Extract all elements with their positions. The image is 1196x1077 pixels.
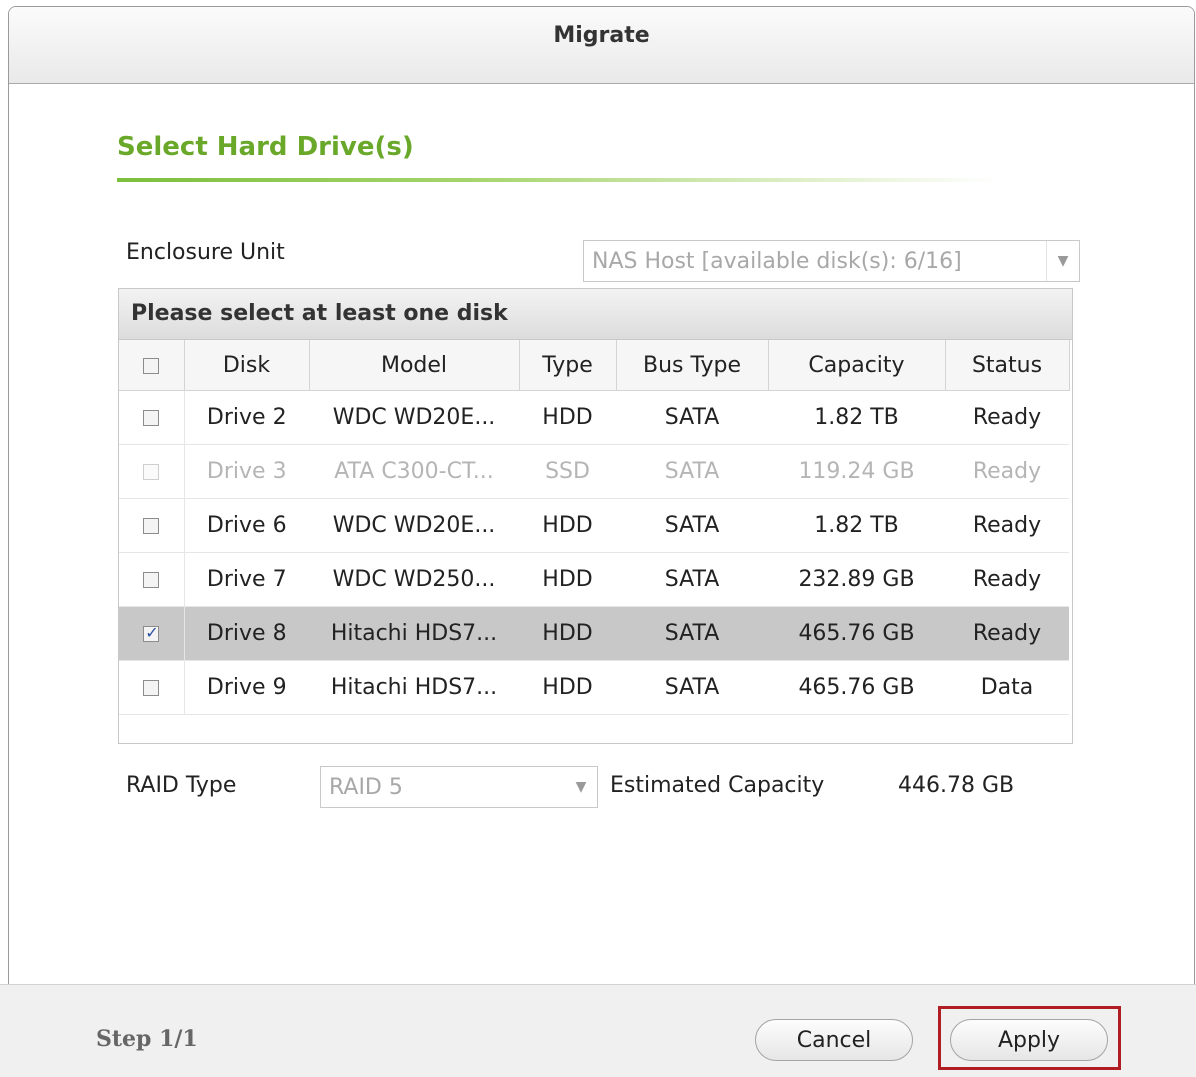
bus-cell: SATA	[616, 498, 768, 553]
disk-cell: Drive 9	[184, 660, 309, 715]
status-cell: Data	[945, 660, 1069, 715]
table-row-disabled: Drive 3 ATA C300-CT... SSD SATA 119.24 G…	[119, 444, 1069, 499]
type-cell: HDD	[519, 552, 616, 607]
type-cell: HDD	[519, 606, 616, 661]
column-header-disk[interactable]: Disk	[184, 340, 310, 391]
model-cell: WDC WD20E...	[309, 390, 519, 445]
bus-cell: SATA	[616, 444, 768, 499]
table-row[interactable]: Drive 9 Hitachi HDS7... HDD SATA 465.76 …	[119, 660, 1069, 715]
bus-cell: SATA	[616, 390, 768, 445]
raid-type-select[interactable]: RAID 5 ▼	[320, 766, 598, 808]
model-cell: ATA C300-CT...	[309, 444, 519, 499]
table-row-selected[interactable]: Drive 8 Hitachi HDS7... HDD SATA 465.76 …	[119, 606, 1069, 661]
row-checkbox-disabled	[143, 464, 160, 480]
model-cell: WDC WD20E...	[309, 498, 519, 553]
status-cell: Ready	[945, 552, 1069, 607]
model-cell: Hitachi HDS7...	[309, 660, 519, 715]
row-checkbox[interactable]	[143, 572, 160, 588]
row-checkbox[interactable]	[143, 410, 160, 426]
raid-type-value: RAID 5	[329, 775, 403, 800]
row-checkbox[interactable]	[143, 518, 160, 534]
cancel-button[interactable]: Cancel	[755, 1019, 913, 1061]
disk-grid: Please select at least one disk Disk Mod…	[118, 288, 1073, 744]
dialog-titlebar: Migrate	[9, 7, 1194, 84]
select-all-checkbox[interactable]	[143, 357, 160, 374]
row-checkbox-checked[interactable]	[143, 623, 160, 642]
section-title: Select Hard Drive(s)	[117, 132, 414, 162]
bus-cell: SATA	[616, 552, 768, 607]
estimated-capacity-label: Estimated Capacity	[610, 773, 825, 798]
status-cell: Ready	[945, 606, 1069, 661]
dialog-title: Migrate	[553, 23, 650, 48]
column-header-model[interactable]: Model	[309, 340, 520, 391]
disk-grid-caption-text: Please select at least one disk	[131, 301, 508, 326]
column-header-type[interactable]: Type	[519, 340, 617, 391]
status-cell: Ready	[945, 390, 1069, 445]
type-cell: HDD	[519, 660, 616, 715]
status-cell: Ready	[945, 444, 1069, 499]
capacity-cell: 465.76 GB	[768, 606, 945, 661]
capacity-cell: 465.76 GB	[768, 660, 945, 715]
disk-cell: Drive 6	[184, 498, 309, 553]
type-cell: SSD	[519, 444, 616, 499]
table-row[interactable]: Drive 2 WDC WD20E... HDD SATA 1.82 TB Re…	[119, 390, 1069, 445]
disk-grid-caption: Please select at least one disk	[119, 289, 1072, 340]
capacity-cell: 119.24 GB	[768, 444, 945, 499]
disk-cell: Drive 7	[184, 552, 309, 607]
apply-highlight-box	[938, 1006, 1121, 1070]
disk-table: Disk Model Type Bus Type Capacity Status…	[119, 340, 1070, 715]
chevron-down-icon: ▼	[575, 779, 587, 795]
enclosure-unit-value: NAS Host [available disk(s): 6/16]	[592, 249, 962, 274]
raid-type-label: RAID Type	[126, 773, 237, 798]
table-row[interactable]: Drive 6 WDC WD20E... HDD SATA 1.82 TB Re…	[119, 498, 1069, 553]
disk-table-header: Disk Model Type Bus Type Capacity Status	[119, 340, 1070, 391]
step-indicator: Step 1/1	[96, 1026, 198, 1052]
bus-cell: SATA	[616, 606, 768, 661]
section-divider	[117, 178, 997, 182]
disk-cell: Drive 8	[184, 606, 309, 661]
disk-cell: Drive 3	[184, 444, 309, 499]
bus-cell: SATA	[616, 660, 768, 715]
model-cell: Hitachi HDS7...	[309, 606, 519, 661]
row-checkbox[interactable]	[143, 680, 160, 696]
column-header-status[interactable]: Status	[945, 340, 1070, 391]
enclosure-unit-label: Enclosure Unit	[126, 240, 285, 265]
type-cell: HDD	[519, 390, 616, 445]
table-row[interactable]: Drive 7 WDC WD250... HDD SATA 232.89 GB …	[119, 552, 1069, 607]
column-header-capacity[interactable]: Capacity	[768, 340, 946, 391]
type-cell: HDD	[519, 498, 616, 553]
column-header-bus-type[interactable]: Bus Type	[616, 340, 769, 391]
disk-cell: Drive 2	[184, 390, 309, 445]
status-cell: Ready	[945, 498, 1069, 553]
model-cell: WDC WD250...	[309, 552, 519, 607]
capacity-cell: 232.89 GB	[768, 552, 945, 607]
enclosure-unit-select[interactable]: NAS Host [available disk(s): 6/16] ▼	[583, 240, 1080, 282]
estimated-capacity-value: 446.78 GB	[898, 773, 1015, 798]
capacity-cell: 1.82 TB	[768, 498, 945, 553]
select-all-checkbox-cell[interactable]	[119, 340, 185, 391]
chevron-down-icon: ▼	[1046, 241, 1079, 281]
capacity-cell: 1.82 TB	[768, 390, 945, 445]
